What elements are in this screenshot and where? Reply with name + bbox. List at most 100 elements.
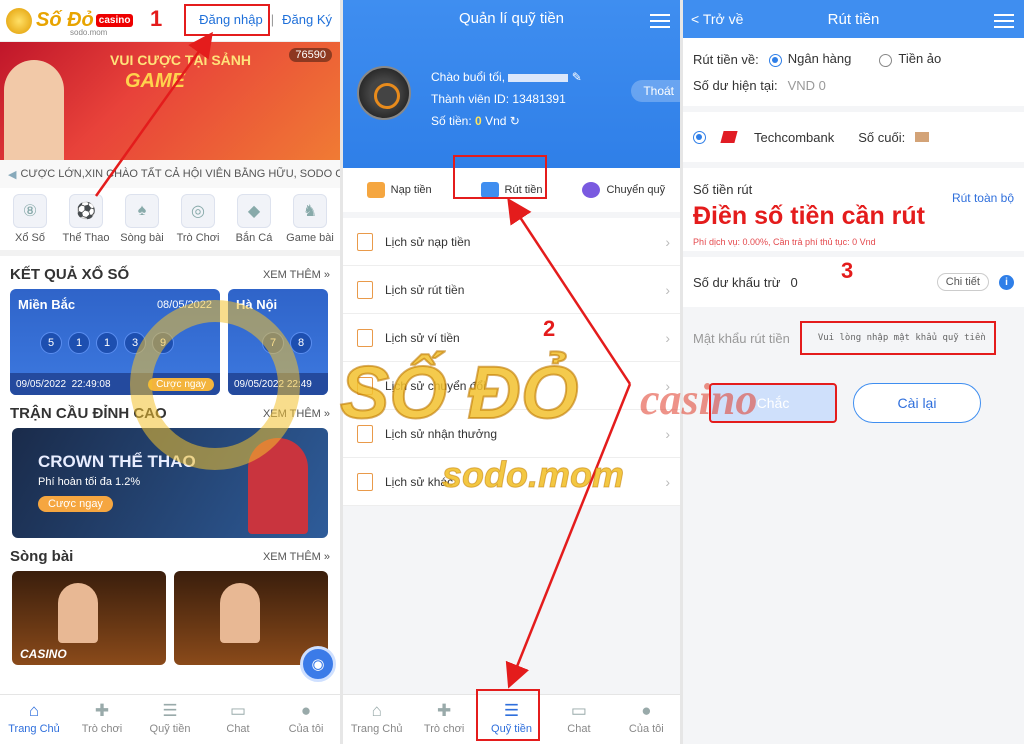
tab-home[interactable]: ⌂ Trang Chủ — [343, 695, 410, 744]
bank-card[interactable]: Techcombank Số cuối: — [683, 112, 1024, 162]
withdraw-password-input[interactable]: Vui lòng nhập mật khẩu quỹ tiền — [799, 321, 996, 355]
edit-icon[interactable]: ✎ — [572, 70, 582, 84]
refresh-icon[interactable]: ↻ — [510, 114, 520, 128]
match-more-link[interactable]: XEM THÊM » — [263, 408, 330, 420]
footer-date: 09/05/2022 — [234, 378, 285, 390]
lottery-card-mienbac[interactable]: Miền Bắc 08/05/2022 5 1 1 3 9 09/05/2022… — [10, 289, 220, 395]
promo-banner[interactable]: VUI CƯỢC TẠI SẢNH GAME 76590 — [0, 42, 340, 160]
chevron-right-icon: › — [665, 281, 670, 298]
history-withdraw[interactable]: Lịch sử rút tiền › — [343, 266, 680, 314]
confirm-button[interactable]: Chắc — [709, 383, 837, 423]
tab-funds[interactable]: ☰ Quỹ tiền — [136, 695, 204, 744]
promo-bet-button[interactable]: Cược ngay — [38, 496, 113, 512]
option-bank[interactable]: Ngân hàng — [768, 51, 852, 67]
info-icon[interactable]: i — [999, 274, 1014, 290]
form-buttons: Chắc Cài lại — [683, 369, 1024, 437]
category-games[interactable]: ◎ Trò Chơi — [172, 194, 224, 244]
radio-unchecked-icon — [879, 53, 893, 67]
footer-time: 22:49 — [286, 378, 312, 390]
history-icon — [357, 424, 373, 443]
result-ball: 8 — [290, 332, 312, 354]
tab-profile[interactable]: ● Của tôi — [272, 695, 340, 744]
result-ball: 9 — [152, 332, 174, 354]
transfer-icon — [582, 182, 601, 198]
lottery-card-hanoi[interactable]: Hà Nội 7 8 09/05/2022 22:49 — [228, 289, 328, 395]
category-sports[interactable]: ⚽ Thể Thao — [60, 194, 112, 244]
tab-profile[interactable]: ● Của tôi — [613, 695, 680, 744]
history-label: Lịch sử khác — [385, 474, 454, 489]
casino-title: Sòng bài — [10, 548, 74, 565]
result-ball: 1 — [68, 332, 90, 354]
withdraw-all-link[interactable]: Rút toàn bộ — [952, 191, 1014, 205]
tab-games[interactable]: ✚ Trò chơi — [410, 695, 477, 744]
category-fishing[interactable]: ◆ Bắn Cá — [228, 194, 280, 244]
history-deposit[interactable]: Lịch sử nạp tiền › — [343, 218, 680, 266]
history-reward[interactable]: Lịch sử nhận thưởng › — [343, 410, 680, 458]
category-casino[interactable]: ♠ Sòng bài — [116, 194, 168, 244]
home-icon: ⌂ — [371, 701, 382, 720]
lottery-icon: ⑧ — [13, 194, 47, 228]
tab-label: Quỹ tiền — [149, 723, 191, 735]
amount-input[interactable]: Điền số tiền cần rút — [693, 202, 1014, 231]
logo-badge: casino — [95, 14, 134, 27]
radio-checked-icon — [693, 130, 706, 144]
viewer-count: 76590 — [289, 48, 332, 62]
menu-icon[interactable] — [650, 10, 670, 32]
deduct-label: Số dư khấu trừ — [693, 274, 781, 290]
history-wallet[interactable]: Lịch sử ví tiền › — [343, 314, 680, 362]
match-section-header: TRẬN CẦU ĐỈNH CAO XEM THÊM » — [0, 395, 340, 428]
casino-card[interactable]: CASINO — [12, 571, 166, 665]
home-screen: Số Đỏ casino sodo.mom Đăng nhập | Đăng K… — [0, 0, 340, 744]
option-label: Ngân hàng — [787, 51, 852, 67]
chat-icon: ▭ — [570, 701, 587, 720]
last-digits-label: Số cuối: — [858, 129, 906, 145]
withdraw-screen: < Trở về Rút tiền Rút tiền về: Ngân hàng… — [683, 0, 1024, 744]
password-card: Mật khẩu rút tiền Vui lòng nhập mật khẩu… — [683, 313, 1024, 363]
dealer-image — [58, 583, 99, 643]
user-info: Chào buổi tối, ✎ Thành viên ID: 13481391… — [431, 66, 582, 132]
tab-chat[interactable]: ▭ Chat — [545, 695, 612, 744]
menu-icon[interactable] — [994, 10, 1014, 32]
deduct-value: 0 — [790, 274, 798, 290]
lottery-cards: Miền Bắc 08/05/2022 5 1 1 3 9 09/05/2022… — [0, 289, 340, 395]
support-chat-icon[interactable]: ◉ — [300, 646, 336, 682]
lottery-date: 08/05/2022 — [156, 299, 212, 311]
register-link[interactable]: Đăng Ký — [282, 12, 332, 27]
lottery-more-link[interactable]: XEM THÊM » — [263, 269, 330, 281]
category-cardgame[interactable]: ♞ Game bài — [284, 194, 336, 244]
greeting: Chào buổi tối, — [431, 70, 506, 84]
deposit-button[interactable]: Nạp tiền — [343, 168, 455, 212]
user-icon: ● — [300, 701, 312, 720]
footer-date: 09/05/2022 — [16, 378, 67, 390]
tab-games[interactable]: ✚ Trò chơi — [68, 695, 136, 744]
fund-header: Quản lí quỹ tiền Chào buổi tối, ✎ Thành … — [343, 0, 680, 168]
amount-card: Số tiền rút Rút toàn bộ Điền số tiền cần… — [683, 168, 1024, 251]
tab-home[interactable]: ⌂ Trang Chủ — [0, 695, 68, 744]
announcement-marquee: ◀ CƯỢC LỚN,XIN CHÀO TẤT CẢ HỘI VIÊN BẰNG… — [0, 160, 340, 188]
password-label: Mật khẩu rút tiền — [693, 330, 790, 346]
joystick-icon: ◎ — [181, 194, 215, 228]
chat-icon: ▭ — [229, 701, 247, 720]
transfer-button[interactable]: Chuyển quỹ — [568, 168, 680, 212]
category-lottery[interactable]: ⑧ Xổ Số — [4, 194, 56, 244]
withdraw-target-card: Rút tiền về: Ngân hàng Tiền ảo Số dư hiệ… — [683, 38, 1024, 106]
history-other[interactable]: Lịch sử khác › — [343, 458, 680, 506]
chevron-right-icon: › — [665, 425, 670, 442]
deposit-icon — [366, 182, 385, 198]
history-transfer[interactable]: Lịch sử chuyển đổi › — [343, 362, 680, 410]
reset-button[interactable]: Cài lại — [853, 383, 981, 423]
chevron-right-icon: › — [665, 329, 670, 346]
logout-button[interactable]: Thoát — [631, 80, 680, 102]
tab-chat[interactable]: ▭ Chat — [204, 695, 272, 744]
casino-more-link[interactable]: XEM THÊM » — [263, 551, 330, 563]
logo-subtext: sodo.mom — [70, 28, 108, 37]
chevron-right-icon: › — [665, 233, 670, 250]
category-label: Game bài — [286, 232, 334, 244]
detail-button[interactable]: Chi tiết — [936, 273, 989, 291]
bet-now-button[interactable]: Cược ngay — [148, 377, 214, 391]
back-button[interactable]: < Trở về — [691, 11, 743, 27]
option-crypto[interactable]: Tiền ảo — [879, 51, 941, 67]
sports-promo-card[interactable]: CROWN THỂ THAO Phí hoàn tối đa 1.2% Cược… — [12, 428, 328, 538]
tab-label: Trò chơi — [423, 723, 465, 735]
category-label: Thể Thao — [62, 232, 110, 244]
